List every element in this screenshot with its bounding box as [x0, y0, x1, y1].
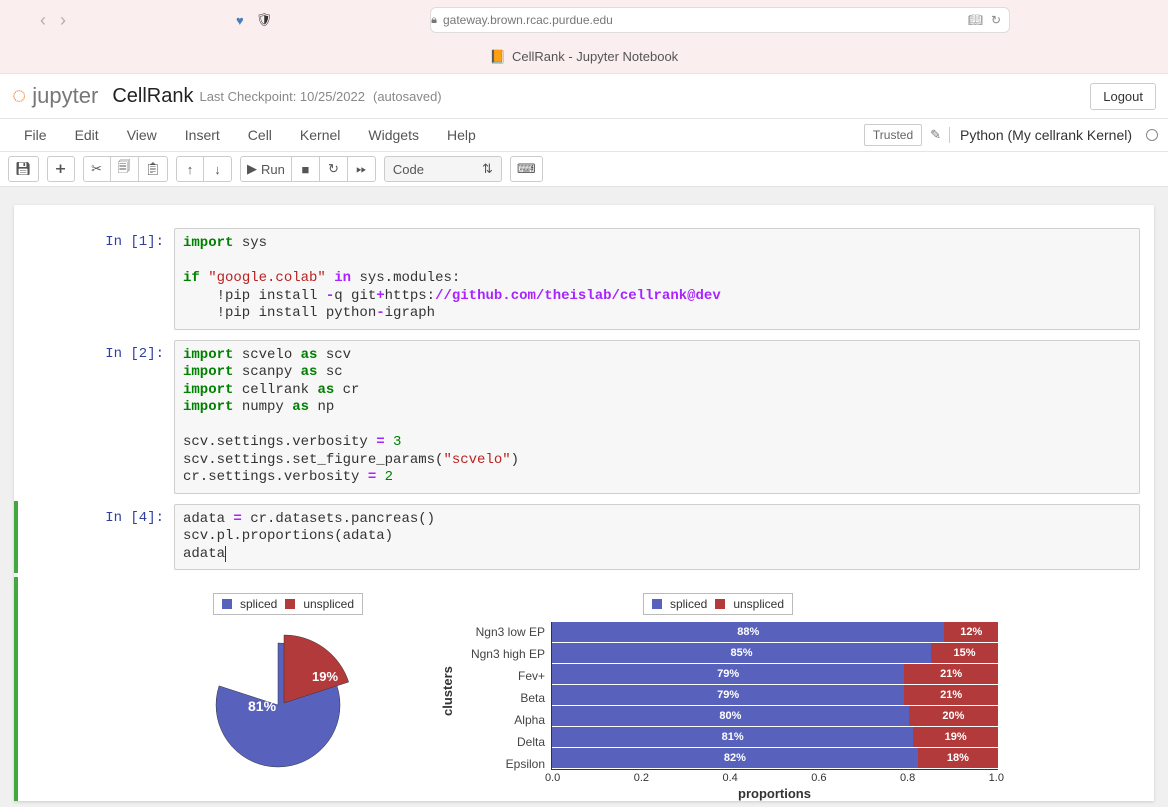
reload-icon[interactable]: ↻ — [991, 13, 1001, 27]
menu-kernel[interactable]: Kernel — [286, 127, 354, 143]
nav-back-icon[interactable]: ‹ — [40, 10, 46, 31]
copy-button[interactable]: 🗐︎ — [111, 156, 139, 182]
cell-output: spliced unspliced 81% 19% — [14, 577, 1154, 801]
trusted-badge[interactable]: Trusted — [864, 124, 922, 146]
run-button[interactable]: ▶ Run — [240, 156, 292, 182]
lock-icon: 🔒︎ — [431, 14, 437, 27]
bar-row: 80%20% — [552, 706, 998, 726]
menu-widgets[interactable]: Widgets — [354, 127, 433, 143]
pie-chart: spliced unspliced 81% 19% — [178, 593, 398, 801]
jupyter-logo[interactable]: ◌ jupyter — [12, 82, 98, 110]
shield-icon[interactable]: 🛡︎ — [256, 12, 273, 28]
menu-file[interactable]: File — [10, 127, 61, 143]
menu-help[interactable]: Help — [433, 127, 490, 143]
legend-swatch-spliced — [222, 599, 232, 609]
bar-chart: spliced unspliced clusters Ngn3 low EP N… — [438, 593, 998, 801]
cell-prompt: In [1]: — [14, 228, 174, 330]
browser-tab[interactable]: 📙 CellRank - Jupyter Notebook — [0, 40, 1168, 74]
chevron-updown-icon: ⇅ — [482, 161, 493, 177]
code-cell-2[interactable]: In [2]: import scvelo as scv import scan… — [14, 337, 1154, 497]
cell-type-select[interactable]: Code⇅ — [384, 156, 502, 182]
paste-button[interactable]: 📋︎ — [139, 156, 169, 182]
pie-svg: 81% 19% — [198, 615, 378, 775]
logout-button[interactable]: Logout — [1090, 83, 1156, 110]
checkpoint-text: Last Checkpoint: 10/25/2022 — [199, 89, 365, 104]
legend-swatch-spliced — [652, 599, 662, 609]
pocket-icon[interactable]: ♥︎ — [236, 13, 244, 28]
cell-input[interactable]: import scvelo as scv import scanpy as sc… — [174, 340, 1140, 494]
autosaved-text: (autosaved) — [373, 89, 442, 104]
insert-cell-button[interactable]: ➕︎ — [47, 156, 75, 182]
notebook-page: In [1]: import sys if "google.colab" in … — [14, 205, 1154, 801]
code-cell-1[interactable]: In [1]: import sys if "google.colab" in … — [14, 225, 1154, 333]
bar-legend: spliced unspliced — [643, 593, 793, 615]
command-palette-button[interactable]: ⌨︎ — [510, 156, 543, 182]
cell-prompt: In [2]: — [14, 340, 174, 494]
svg-text:19%: 19% — [312, 669, 338, 684]
jupyter-header: ◌ jupyter CellRank Last Checkpoint: 10/2… — [0, 74, 1168, 118]
url-text: gateway.brown.rcac.purdue.edu — [443, 13, 613, 27]
menu-cell[interactable]: Cell — [234, 127, 286, 143]
legend-swatch-unspliced — [715, 599, 725, 609]
menu-insert[interactable]: Insert — [171, 127, 234, 143]
kernel-name[interactable]: Python (My cellrank Kernel) — [949, 127, 1132, 143]
cell-prompt: In [4]: — [18, 504, 174, 571]
svg-text:81%: 81% — [248, 698, 277, 714]
notebook-name[interactable]: CellRank — [112, 85, 193, 108]
bar-xlabel: proportions — [551, 786, 998, 801]
nav-forward-icon[interactable]: › — [60, 10, 66, 31]
bar-plot-area: 88%12%85%15%79%21%79%21%80%20%81%19%82%1… — [551, 622, 998, 770]
restart-run-all-button[interactable]: ⏩︎ — [348, 156, 376, 182]
notebook-container: In [1]: import sys if "google.colab" in … — [0, 187, 1168, 807]
edit-icon[interactable]: ✎ — [930, 127, 941, 143]
move-up-button[interactable]: ↑ — [176, 156, 204, 182]
code-cell-4[interactable]: In [4]: adata = cr.datasets.pancreas() s… — [14, 501, 1154, 574]
bar-row: 85%15% — [552, 643, 998, 663]
jupyter-logo-icon: ◌ — [12, 82, 26, 110]
legend-swatch-unspliced — [285, 599, 295, 609]
interrupt-button[interactable]: ■ — [292, 156, 320, 182]
toolbar: 💾︎ ➕︎ ✂︎ 🗐︎ 📋︎ ↑ ↓ ▶ Run ■ ↻ ⏩︎ Code⇅ ⌨︎ — [0, 152, 1168, 187]
cell-input[interactable]: import sys if "google.colab" in sys.modu… — [174, 228, 1140, 330]
bar-row: 79%21% — [552, 664, 998, 684]
bar-ylabel: clusters — [438, 621, 455, 801]
pie-legend: spliced unspliced — [213, 593, 363, 615]
tab-title: CellRank - Jupyter Notebook — [512, 49, 678, 64]
browser-toolbar: ‹ › ♥︎ 🛡︎ 🔒︎ gateway.brown.rcac.purdue.e… — [0, 0, 1168, 40]
bar-categories: Ngn3 low EP Ngn3 high EP Fev+ Beta Alpha… — [455, 621, 551, 801]
restart-button[interactable]: ↻ — [320, 156, 348, 182]
save-button[interactable]: 💾︎ — [8, 156, 39, 182]
notebook-favicon-icon: 📙 — [490, 49, 506, 65]
address-bar[interactable]: 🔒︎ gateway.brown.rcac.purdue.edu 📖︎ ↻ — [430, 7, 1010, 33]
bar-xticks: 0.0 0.2 0.4 0.6 0.8 1.0 — [545, 770, 1004, 784]
cell-input[interactable]: adata = cr.datasets.pancreas() scv.pl.pr… — [174, 504, 1140, 571]
menubar: File Edit View Insert Cell Kernel Widget… — [0, 118, 1168, 152]
bar-row: 82%18% — [552, 748, 998, 768]
bar-row: 79%21% — [552, 685, 998, 705]
move-down-button[interactable]: ↓ — [204, 156, 232, 182]
bar-row: 88%12% — [552, 622, 998, 642]
reader-icon[interactable]: 📖︎ — [968, 13, 983, 27]
kernel-indicator-icon — [1146, 129, 1158, 141]
menu-edit[interactable]: Edit — [61, 127, 113, 143]
bar-row: 81%19% — [552, 727, 998, 747]
menu-view[interactable]: View — [113, 127, 171, 143]
cut-button[interactable]: ✂︎ — [83, 156, 111, 182]
